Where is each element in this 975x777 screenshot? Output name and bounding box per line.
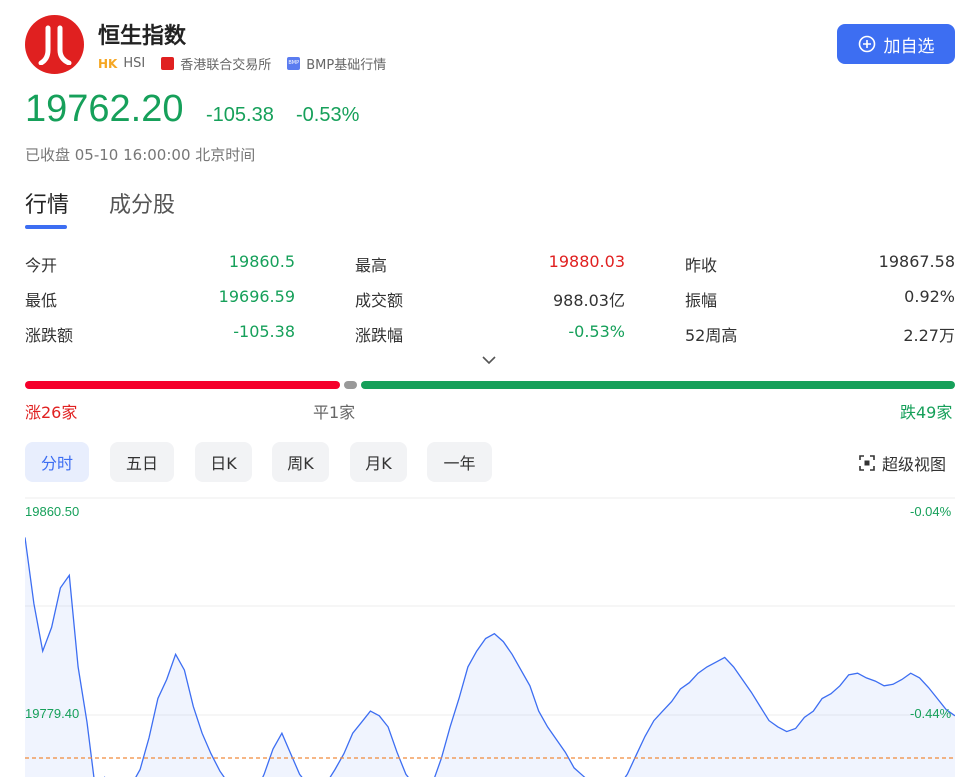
bmp-icon: BMP (287, 57, 301, 70)
stat-label: 成交额 (355, 291, 404, 310)
stat-value: -0.53% (568, 322, 625, 341)
price-change-pct: -0.53% (296, 104, 360, 126)
period-daily-k[interactable]: 日K (195, 442, 252, 482)
unchanged-label: 平1家 (313, 403, 356, 422)
stats-row: 今开 19860.5 最高 19880.03 昨收 19867.58 (25, 252, 955, 276)
index-title: 恒生指数 (98, 24, 187, 49)
index-meta: HK HSI 香港联合交易所 BMP BMP基础行情 (98, 54, 386, 73)
unchanged-bar (344, 381, 357, 389)
period-5day[interactable]: 五日 (110, 442, 174, 482)
stat-label: 52周高 (685, 326, 738, 345)
stat-label: 今开 (25, 256, 58, 275)
y-tick-label: 19860.50 (25, 504, 80, 519)
super-view-label: 超级视图 (882, 455, 947, 474)
stat-value: 19860.5 (228, 252, 295, 271)
price-area (25, 537, 955, 777)
super-view-button[interactable]: 超级视图 (858, 451, 946, 475)
pct-tick-label: -0.44% (910, 706, 952, 721)
stats-row: 涨跌额 -105.38 涨跌幅 -0.53% 52周高 2.27万 (25, 322, 955, 346)
tab-quote[interactable]: 行情 (25, 187, 69, 219)
period-weekly-k[interactable]: 周K (272, 442, 329, 482)
advancers-bar (25, 381, 341, 389)
y-tick-label: 19779.40 (25, 706, 80, 721)
stat-value: 988.03亿 (553, 291, 625, 310)
stat-value: -105.38 (233, 322, 295, 341)
last-price: 19762.20 (25, 88, 184, 130)
stat-value: 2.27万 (903, 326, 955, 345)
chevron-down-icon[interactable] (480, 354, 498, 366)
market-tag: HK (98, 56, 118, 71)
intraday-chart[interactable] (25, 497, 955, 777)
hang-seng-logo-icon (25, 15, 84, 74)
stat-label: 昨收 (685, 256, 718, 275)
exchange-name: 香港联合交易所 (180, 58, 272, 73)
period-monthly-k[interactable]: 月K (350, 442, 407, 482)
quote-level: BMP基础行情 (306, 58, 387, 73)
plus-circle-icon (858, 35, 875, 53)
stat-label: 最高 (355, 256, 388, 275)
index-code: HSI (123, 56, 146, 71)
decliners-label: 跌49家 (900, 403, 953, 422)
stat-value: 19696.59 (218, 287, 295, 306)
advancers-label: 涨26家 (25, 403, 78, 422)
stats-row: 最低 19696.59 成交额 988.03亿 振幅 0.92% (25, 287, 955, 311)
period-1year[interactable]: 一年 (427, 442, 492, 482)
tab-constituents[interactable]: 成分股 (109, 187, 175, 219)
fullscreen-icon (859, 455, 875, 471)
active-tab-indicator (25, 225, 67, 229)
stat-label: 涨跌额 (25, 326, 74, 345)
market-status: 已收盘 05-10 16:00:00 北京时间 (25, 146, 256, 164)
stat-value: 0.92% (904, 287, 955, 306)
stat-value: 19867.58 (878, 252, 955, 271)
stat-label: 涨跌幅 (355, 326, 404, 345)
price-change: -105.38 (206, 104, 274, 126)
decliners-bar (360, 381, 955, 389)
stat-label: 最低 (25, 291, 58, 310)
add-watchlist-label: 加自选 (883, 36, 935, 57)
stat-label: 振幅 (685, 291, 718, 310)
stat-value: 19880.03 (548, 252, 625, 271)
pct-tick-label: -0.04% (910, 504, 952, 519)
period-intraday[interactable]: 分时 (25, 442, 89, 482)
add-watchlist-button[interactable]: 加自选 (837, 24, 955, 64)
hkex-icon (161, 57, 175, 70)
